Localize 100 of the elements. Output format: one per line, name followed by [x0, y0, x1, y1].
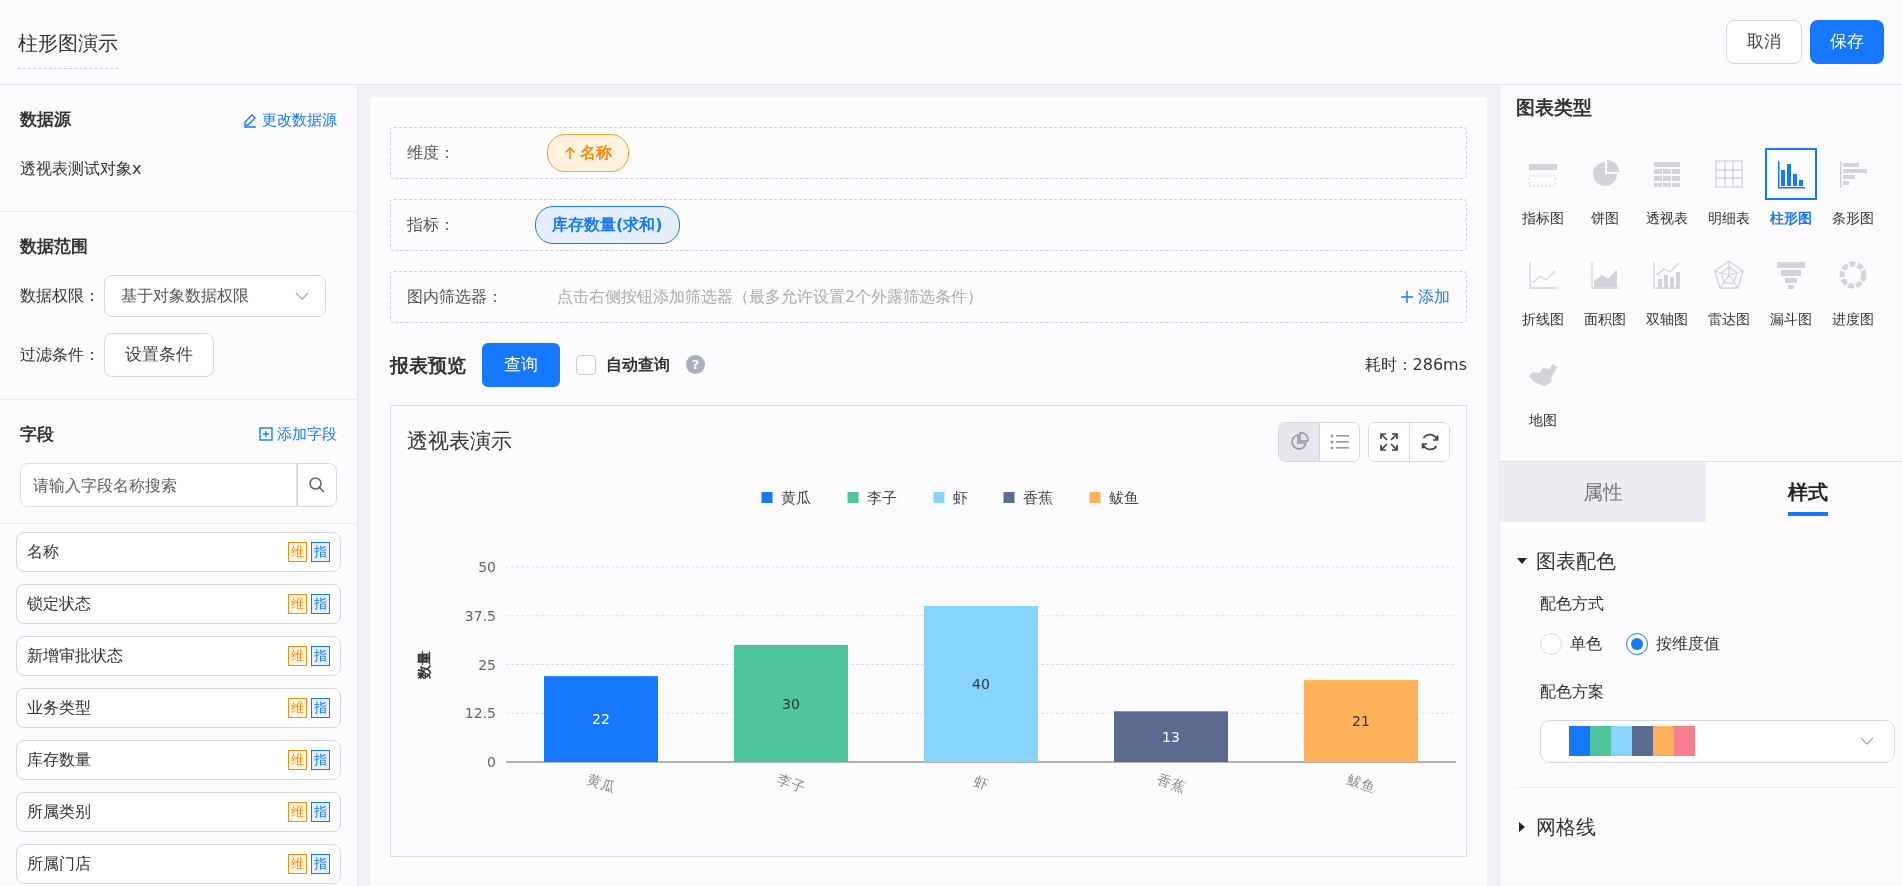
chart-type-option[interactable]: 漏斗图 [1760, 248, 1822, 330]
list-view-toggle[interactable] [1319, 422, 1359, 461]
chart-type-option[interactable]: 双轴图 [1636, 248, 1698, 330]
datasource-name: 透视表测试对象x [20, 157, 143, 180]
section-title: 数据范围 [20, 234, 89, 258]
page-title: 柱形图演示 [18, 23, 118, 69]
legend-label: 李子 [866, 488, 897, 507]
config-label: 指标： [407, 214, 456, 236]
measure-tag[interactable]: 指 [311, 698, 330, 718]
field-item[interactable]: 业务类型 维 指 [16, 688, 341, 728]
auto-query-checkbox[interactable] [576, 354, 596, 375]
field-name: 锁定状态 [27, 593, 91, 615]
chart-type-option[interactable]: 地图 [1512, 349, 1574, 431]
chart-view-toggle[interactable] [1279, 422, 1319, 461]
config-label: 图内筛选器： [407, 286, 504, 308]
field-name: 名称 [27, 541, 59, 563]
section-title: 字段 [20, 422, 54, 446]
dimension-tag[interactable]: 维 [288, 646, 307, 666]
measure-tag[interactable]: 指 [311, 594, 330, 614]
cancel-button[interactable]: 取消 [1726, 20, 1802, 64]
refresh-icon [1419, 431, 1440, 452]
measure-chip[interactable]: 库存数量(求和) [535, 206, 680, 244]
save-button[interactable]: 保存 [1810, 20, 1884, 64]
dimension-chip[interactable]: 名称 [547, 134, 629, 172]
category-label: 鲅鱼 [1345, 770, 1378, 795]
expand-icon [1379, 431, 1399, 452]
radio-label: 按维度值 [1656, 632, 1720, 655]
data-label: 30 [782, 695, 800, 711]
radio-button[interactable] [1626, 632, 1648, 655]
legend-label: 鲅鱼 [1108, 488, 1139, 507]
list-icon [1329, 432, 1350, 451]
chart-type-option[interactable]: 饼图 [1574, 147, 1636, 229]
field-item[interactable]: 所属类别 维 指 [16, 792, 341, 832]
axis-tick-label: 12.5 [464, 704, 496, 721]
field-label: 配色方式 [1540, 592, 1605, 615]
permission-select[interactable]: 基于对象数据权限 [104, 275, 326, 317]
add-filter-link[interactable]: 添加 [1400, 285, 1450, 309]
palette-select[interactable] [1540, 719, 1895, 763]
measure-tag[interactable]: 指 [311, 750, 330, 770]
dimension-tag[interactable]: 维 [288, 542, 307, 562]
chart-type-option[interactable]: 雷达图 [1698, 248, 1760, 330]
chart-type-option[interactable]: 条形图 [1822, 147, 1884, 229]
field-item[interactable]: 锁定状态 维 指 [16, 584, 341, 624]
chart-type-option[interactable]: 进度图 [1822, 248, 1884, 330]
change-datasource-link[interactable]: 更改数据源 [242, 108, 337, 131]
field-label: 配色方案 [1540, 680, 1605, 703]
dimension-tag[interactable]: 维 [288, 854, 307, 874]
field-name: 所属门店 [27, 853, 91, 875]
chart-type-option[interactable]: 面积图 [1574, 248, 1636, 330]
data-label: 22 [592, 710, 610, 727]
measure-tag[interactable]: 指 [311, 646, 330, 666]
data-label: 40 [972, 675, 990, 692]
chart-title: 透视表演示 [407, 427, 512, 455]
field-name: 所属类别 [27, 801, 91, 823]
legend-label: 香蕉 [1022, 488, 1053, 507]
chart-type-option[interactable]: 指标图 [1512, 147, 1574, 229]
dimension-tag[interactable]: 维 [288, 802, 307, 822]
panel-tab[interactable]: 属性 [1500, 461, 1706, 522]
measure-tag[interactable]: 指 [311, 802, 330, 822]
dimension-tag[interactable]: 维 [288, 594, 307, 614]
chart-type-option[interactable]: 明细表 [1698, 147, 1760, 229]
search-field[interactable]: 请输入字段名称搜索 [20, 463, 297, 507]
set-condition-button[interactable]: 设置条件 [104, 333, 214, 377]
field-item[interactable]: 所属门店 维 指 [16, 844, 341, 884]
axis-tick-label: 37.5 [464, 607, 496, 624]
chevron-down-icon [1860, 736, 1874, 746]
axis-tick-label: 25 [478, 656, 496, 672]
field-label: 过滤条件： [20, 343, 100, 366]
category-label: 李子 [775, 770, 808, 795]
plus-icon [1400, 290, 1414, 304]
dimension-tag[interactable]: 维 [288, 750, 307, 770]
axis-tick-label: 0 [487, 753, 496, 770]
category-label: 虾 [972, 772, 991, 793]
chevron-down-icon [295, 291, 309, 301]
measure-tag[interactable]: 指 [311, 854, 330, 874]
data-label: 13 [1162, 728, 1180, 745]
add-field-link[interactable]: 添加字段 [259, 423, 337, 446]
chart-type-option[interactable]: 折线图 [1512, 248, 1574, 330]
dimension-tag[interactable]: 维 [288, 698, 307, 718]
chart-type-option[interactable]: 透视表 [1636, 147, 1698, 229]
data-label: 21 [1352, 712, 1370, 729]
field-item[interactable]: 库存数量 维 指 [16, 740, 341, 780]
legend-label: 黄瓜 [780, 488, 811, 507]
radio-label: 单色 [1570, 632, 1602, 655]
axis-tick-label: 50 [478, 558, 496, 575]
field-item[interactable]: 名称 维 指 [16, 532, 341, 572]
section-title: 数据源 [20, 108, 71, 131]
section-title: 网格线 [1536, 813, 1596, 841]
filter-hint: 点击右侧按钮添加筛选器（最多允许设置2个外露筛选条件） [557, 286, 985, 308]
legend-label: 虾 [952, 488, 968, 507]
category-label: 黄瓜 [585, 770, 618, 795]
query-button[interactable]: 查询 [482, 343, 560, 387]
search-icon [308, 476, 326, 494]
refresh-button[interactable] [1409, 422, 1449, 461]
help-icon[interactable]: ? [686, 355, 705, 375]
category-label: 香蕉 [1155, 770, 1188, 795]
field-name: 新增审批状态 [27, 645, 123, 667]
field-item[interactable]: 新增审批状态 维 指 [16, 636, 341, 676]
measure-tag[interactable]: 指 [311, 542, 330, 562]
search-button[interactable] [297, 463, 337, 507]
